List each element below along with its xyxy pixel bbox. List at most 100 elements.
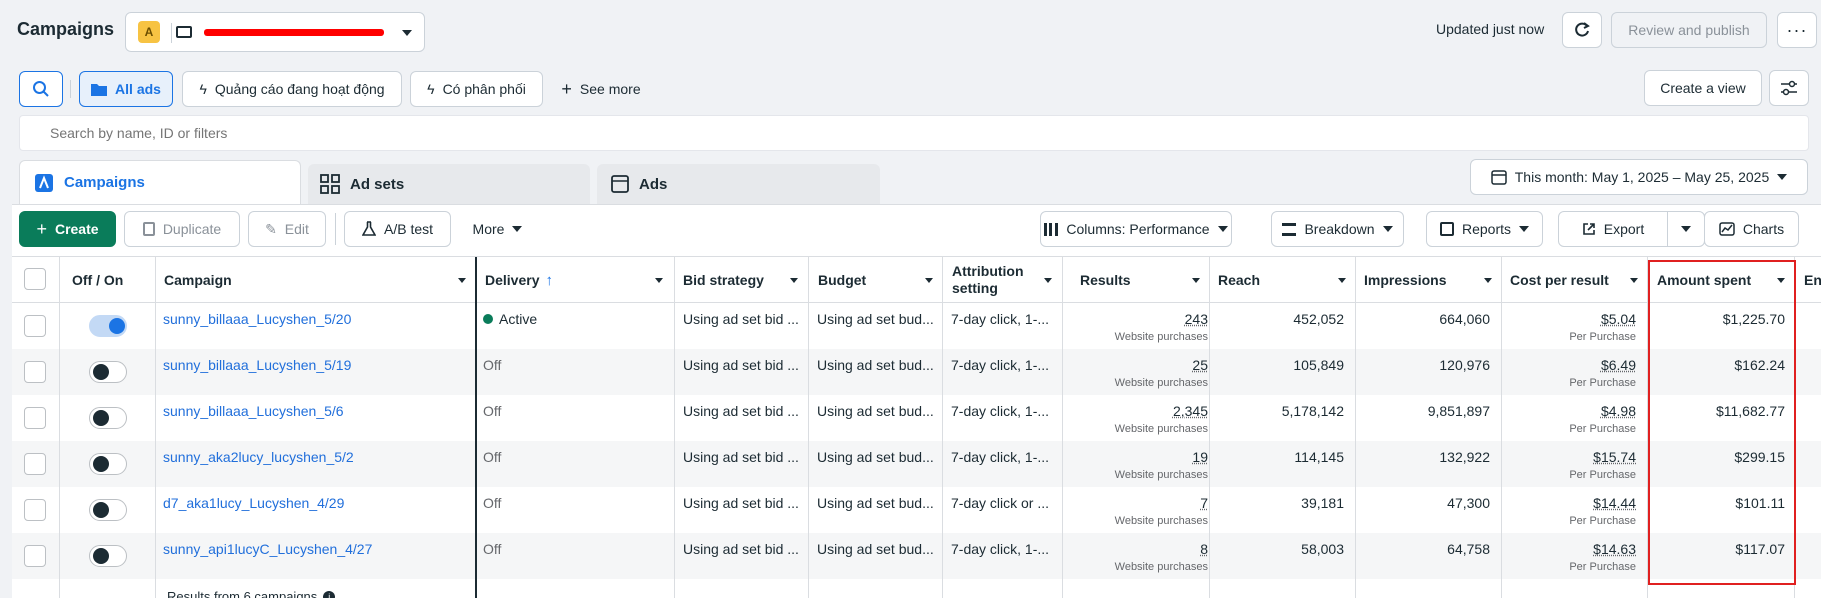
reports-button[interactable]: Reports xyxy=(1426,211,1543,247)
chevron-down-icon xyxy=(1338,278,1346,283)
cost-per-result-value[interactable]: $4.98 xyxy=(1601,403,1636,419)
campaign-name-link[interactable]: sunny_billaaa_Lucyshen_5/19 xyxy=(163,357,473,373)
more-dropdown-button[interactable]: More xyxy=(459,211,536,247)
cost-per-result-cell: $6.49 Per Purchase xyxy=(1502,357,1636,391)
results-value[interactable]: 25 xyxy=(1192,357,1208,373)
table-row[interactable]: sunny_api1lucyC_Lucyshen_4/27 Off Using ad… xyxy=(12,533,1821,579)
row-checkbox[interactable] xyxy=(24,453,46,475)
results-value[interactable]: 8 xyxy=(1200,541,1208,557)
campaign-name-link[interactable]: sunny_billaaa_Lucyshen_5/20 xyxy=(163,311,473,327)
cost-per-result-value[interactable]: $5.04 xyxy=(1601,311,1636,327)
cost-per-result-value[interactable]: $14.63 xyxy=(1593,541,1636,557)
reach-cell: 58,003 xyxy=(1301,541,1344,557)
row-checkbox[interactable] xyxy=(24,315,46,337)
date-range-picker[interactable]: This month: May 1, 2025 – May 25, 2025 xyxy=(1470,159,1808,195)
campaign-name-link[interactable]: sunny_aka2lucy_lucyshen_5/2 xyxy=(163,449,473,465)
bid-strategy-cell: Using ad set bid ... xyxy=(683,541,799,557)
impressions-cell: 9,851,897 xyxy=(1427,403,1490,419)
row-checkbox[interactable] xyxy=(24,499,46,521)
breakdown-button[interactable]: Breakdown xyxy=(1271,211,1404,247)
tab-campaigns[interactable]: Campaigns xyxy=(19,160,301,204)
filter-delivering[interactable]: ϟ Có phân phối xyxy=(410,71,543,107)
cost-per-result-value[interactable]: $15.74 xyxy=(1593,449,1636,465)
column-header-off-on[interactable]: Off / On xyxy=(64,257,154,303)
search-toggle-button[interactable] xyxy=(19,71,63,107)
business-account-icon xyxy=(176,26,192,38)
campaign-toggle[interactable] xyxy=(89,315,127,337)
campaign-toggle[interactable] xyxy=(89,361,127,383)
refresh-button[interactable] xyxy=(1562,12,1602,48)
column-header-results[interactable]: Results xyxy=(1072,257,1210,303)
campaign-toggle[interactable] xyxy=(89,545,127,567)
column-header-campaign-label: Campaign xyxy=(164,272,232,288)
attribution-cell: 7-day click, 1-... xyxy=(951,541,1050,557)
campaign-toggle[interactable] xyxy=(89,499,127,521)
table-row[interactable]: d7_aka1lucy_Lucyshen_4/29 Off Using ad set… xyxy=(12,487,1821,533)
export-button[interactable]: Export xyxy=(1558,211,1668,247)
table-row[interactable]: sunny_billaaa_Lucyshen_5/19 Off Using ad s… xyxy=(12,349,1821,395)
see-more-button[interactable]: + See more xyxy=(552,71,650,107)
campaign-toggle[interactable] xyxy=(89,407,127,429)
campaign-toggle[interactable] xyxy=(89,453,127,475)
column-header-campaign[interactable]: Campaign xyxy=(156,257,476,303)
results-type: Website purchases xyxy=(1114,515,1208,527)
more-options-button[interactable]: ··· xyxy=(1777,12,1817,48)
account-selector[interactable]: A xyxy=(125,12,425,52)
bid-strategy-cell: Using ad set bid ... xyxy=(683,403,799,419)
column-header-delivery[interactable]: Delivery ↑ xyxy=(477,257,673,303)
duplicate-button[interactable]: Duplicate xyxy=(124,211,240,247)
campaign-name-link[interactable]: sunny_billaaa_Lucyshen_5/6 xyxy=(163,403,473,419)
column-header-impressions[interactable]: Impressions xyxy=(1356,257,1502,303)
chevron-down-icon xyxy=(1044,278,1052,283)
create-button[interactable]: + Create xyxy=(19,211,116,247)
column-header-budget[interactable]: Budget xyxy=(810,257,943,303)
row-checkbox[interactable] xyxy=(24,361,46,383)
chevron-down-icon xyxy=(1484,278,1492,283)
budget-cell: Using ad set bud... xyxy=(817,449,934,465)
results-value[interactable]: 2,345 xyxy=(1173,403,1208,419)
table-row[interactable]: sunny_billaaa_Lucyshen_5/6 Off Using ad se… xyxy=(12,395,1821,441)
search-input[interactable] xyxy=(19,115,1809,151)
chevron-down-icon xyxy=(458,278,466,283)
filter-all-ads[interactable]: All ads xyxy=(79,71,173,107)
column-header-attribution-line2: setting xyxy=(952,280,998,296)
ab-test-button[interactable]: A/B test xyxy=(344,211,451,247)
chevron-down-icon xyxy=(790,278,798,283)
review-and-publish-button[interactable]: Review and publish xyxy=(1611,12,1767,48)
results-value[interactable]: 19 xyxy=(1192,449,1208,465)
export-options-button[interactable] xyxy=(1667,211,1705,247)
results-value[interactable]: 7 xyxy=(1200,495,1208,511)
row-checkbox[interactable] xyxy=(24,407,46,429)
chevron-down-icon xyxy=(1777,174,1788,180)
column-header-attribution[interactable]: Attribution setting xyxy=(944,257,1062,303)
chevron-down-icon xyxy=(402,30,412,36)
columns-button[interactable]: Columns: Performance xyxy=(1040,211,1232,247)
row-checkbox[interactable] xyxy=(24,545,46,567)
column-header-cost-per-result[interactable]: Cost per result xyxy=(1502,257,1648,303)
charts-button[interactable]: Charts xyxy=(1704,211,1799,247)
filter-all-ads-label: All ads xyxy=(115,81,161,97)
table-row[interactable]: sunny_aka2lucy_lucyshen_5/2 Off Using ad s… xyxy=(12,441,1821,487)
column-header-reach[interactable]: Reach xyxy=(1210,257,1356,303)
column-header-bid-strategy[interactable]: Bid strategy xyxy=(675,257,808,303)
reports-icon xyxy=(1439,222,1454,236)
table-row[interactable]: sunny_billaaa_Lucyshen_5/20 Active Using a… xyxy=(12,303,1821,349)
create-view-button[interactable]: Create a view xyxy=(1644,70,1762,106)
tab-ad-sets[interactable]: Ad sets xyxy=(308,164,590,204)
select-all-checkbox[interactable] xyxy=(24,268,46,290)
column-header-ends[interactable]: En xyxy=(1796,257,1821,303)
tab-ads[interactable]: Ads xyxy=(597,164,880,204)
campaign-name-link[interactable]: sunny_api1lucyC_Lucyshen_4/27 xyxy=(163,541,473,557)
edit-button[interactable]: ✎ Edit xyxy=(248,211,326,247)
results-value[interactable]: 243 xyxy=(1185,311,1208,327)
cost-per-result-cell: $5.04 Per Purchase xyxy=(1502,311,1636,345)
search-icon xyxy=(33,81,49,97)
customize-filters-button[interactable] xyxy=(1769,70,1809,106)
cost-per-result-value[interactable]: $14.44 xyxy=(1593,495,1636,511)
filter-active-ads[interactable]: ϟ Quảng cáo đang hoạt động xyxy=(182,71,402,107)
see-more-label: See more xyxy=(579,81,641,97)
budget-cell: Using ad set bud... xyxy=(817,541,934,557)
campaign-name-link[interactable]: d7_aka1lucy_Lucyshen_4/29 xyxy=(163,495,473,511)
redacted-account-name xyxy=(204,28,384,36)
cost-per-result-value[interactable]: $6.49 xyxy=(1601,357,1636,373)
